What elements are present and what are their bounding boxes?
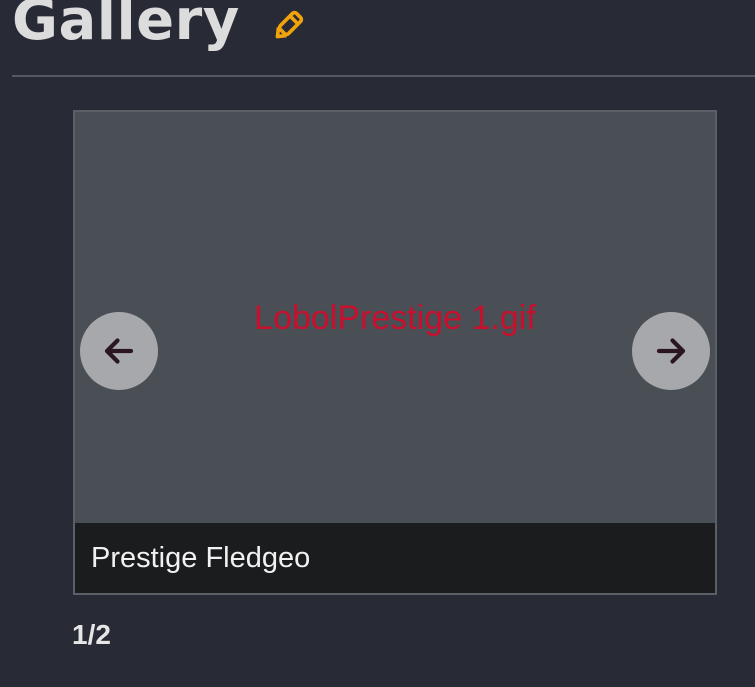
arrow-right-icon xyxy=(656,338,686,364)
previous-image-button[interactable] xyxy=(80,312,158,390)
pencil-icon xyxy=(275,10,303,39)
page-header: Gallery xyxy=(12,0,306,56)
image-caption: Prestige Fledgeo xyxy=(91,541,311,574)
next-image-button[interactable] xyxy=(632,312,710,390)
arrow-left-icon xyxy=(104,338,134,364)
image-alt-text: LobolPrestige 1.gif xyxy=(254,299,536,337)
page-title: Gallery xyxy=(12,0,240,53)
image-gallery: LobolPrestige 1.gif Prestige Fledgeo xyxy=(73,110,717,595)
edit-button[interactable] xyxy=(270,8,306,44)
gallery-counter: 1/2 xyxy=(72,619,111,650)
header-divider xyxy=(12,75,755,77)
image-caption-bar: Prestige Fledgeo xyxy=(75,523,715,593)
gallery-image[interactable]: LobolPrestige 1.gif xyxy=(75,112,715,523)
